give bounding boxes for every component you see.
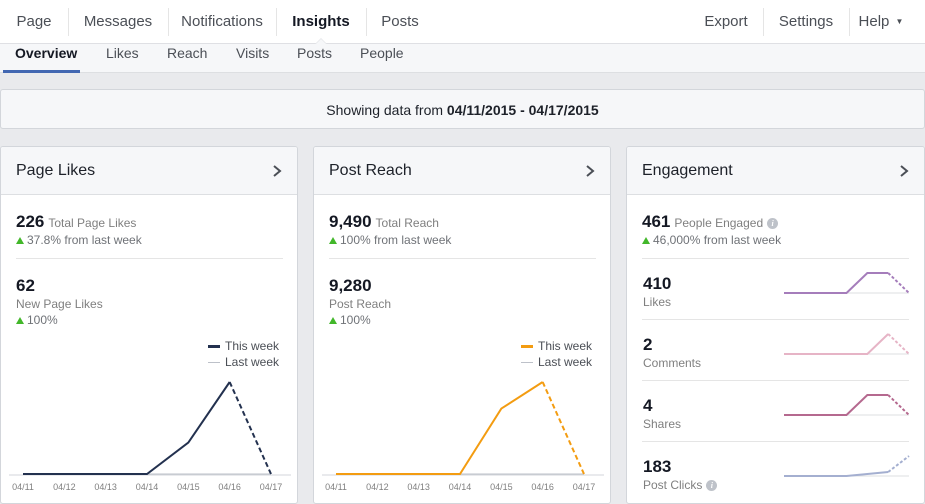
sparkline-comments bbox=[784, 333, 889, 355]
x-tick-label: 04/13 bbox=[94, 482, 117, 492]
sparkline-shares bbox=[784, 394, 889, 416]
dropdown-caret-icon: ▼ bbox=[895, 17, 904, 26]
sparkline-partial bbox=[887, 272, 910, 294]
nav-posts[interactable]: Posts bbox=[366, 0, 434, 44]
x-tick-label: 04/13 bbox=[407, 482, 430, 492]
x-tick-label: 04/15 bbox=[490, 482, 513, 492]
date-range-banner: Showing data from 04/11/2015 - 04/17/201… bbox=[0, 89, 925, 129]
x-tick-label: 04/12 bbox=[53, 482, 76, 492]
sparkline-partial bbox=[887, 455, 910, 473]
x-tick-label: 04/15 bbox=[177, 482, 200, 492]
engagement-sparklines bbox=[784, 272, 910, 477]
date-range-prefix: Showing data from bbox=[326, 102, 447, 118]
x-tick-label: 04/17 bbox=[260, 482, 283, 492]
nav-settings[interactable]: Settings bbox=[764, 0, 848, 44]
sparkline-likes bbox=[784, 272, 889, 294]
nav-page[interactable]: Page bbox=[0, 0, 68, 44]
top-nav: Page Messages Notifications Insights Pos… bbox=[0, 0, 925, 44]
nav-export[interactable]: Export bbox=[690, 0, 762, 44]
post-reach-card: Post Reach 9,490 Total Reach 100% from la… bbox=[313, 146, 611, 504]
sparkline-post-clicks bbox=[784, 471, 889, 477]
sparkline-partial bbox=[887, 394, 910, 416]
tab-posts[interactable]: Posts bbox=[297, 44, 332, 72]
x-tick-label: 04/12 bbox=[366, 482, 389, 492]
sparkline-partial bbox=[887, 333, 910, 355]
tab-likes[interactable]: Likes bbox=[106, 44, 139, 72]
nav-messages[interactable]: Messages bbox=[68, 0, 168, 44]
x-tick-label: 04/17 bbox=[573, 482, 596, 492]
sub-nav: Overview Likes Reach Visits Posts People bbox=[0, 44, 925, 73]
x-tick-label: 04/11 bbox=[325, 482, 347, 492]
series-this-week-partial bbox=[228, 381, 272, 475]
tab-visits[interactable]: Visits bbox=[236, 44, 269, 72]
date-range-value: 04/11/2015 - 04/17/2015 bbox=[446, 102, 599, 118]
series-this-week-partial bbox=[541, 381, 585, 475]
x-tick-label: 04/16 bbox=[218, 482, 241, 492]
page-likes-card: Page Likes 226 Total Page Likes 37.8% fro… bbox=[0, 146, 298, 504]
nav-help[interactable]: Help ▼ bbox=[850, 0, 912, 44]
x-tick-label: 04/14 bbox=[449, 482, 472, 492]
nav-notifications[interactable]: Notifications bbox=[168, 0, 276, 44]
active-tab-underline bbox=[3, 70, 80, 73]
nav-help-label: Help bbox=[858, 13, 890, 30]
x-tick-label: 04/11 bbox=[12, 482, 34, 492]
tab-reach[interactable]: Reach bbox=[167, 44, 207, 72]
engagement-card: Engagement 461 People Engaged i 46,000% fr… bbox=[626, 146, 925, 504]
x-tick-label: 04/14 bbox=[136, 482, 159, 492]
tab-people[interactable]: People bbox=[360, 44, 404, 72]
series-this-week bbox=[23, 381, 231, 475]
tab-overview[interactable]: Overview bbox=[15, 44, 77, 72]
series-this-week bbox=[336, 381, 544, 475]
page-likes-chart: 04/11 04/12 04/13 04/14 04/15 04/16 04/17 bbox=[9, 381, 291, 492]
post-reach-chart: 04/11 04/12 04/13 04/14 04/15 04/16 04/17 bbox=[322, 381, 604, 492]
x-tick-label: 04/16 bbox=[531, 482, 554, 492]
